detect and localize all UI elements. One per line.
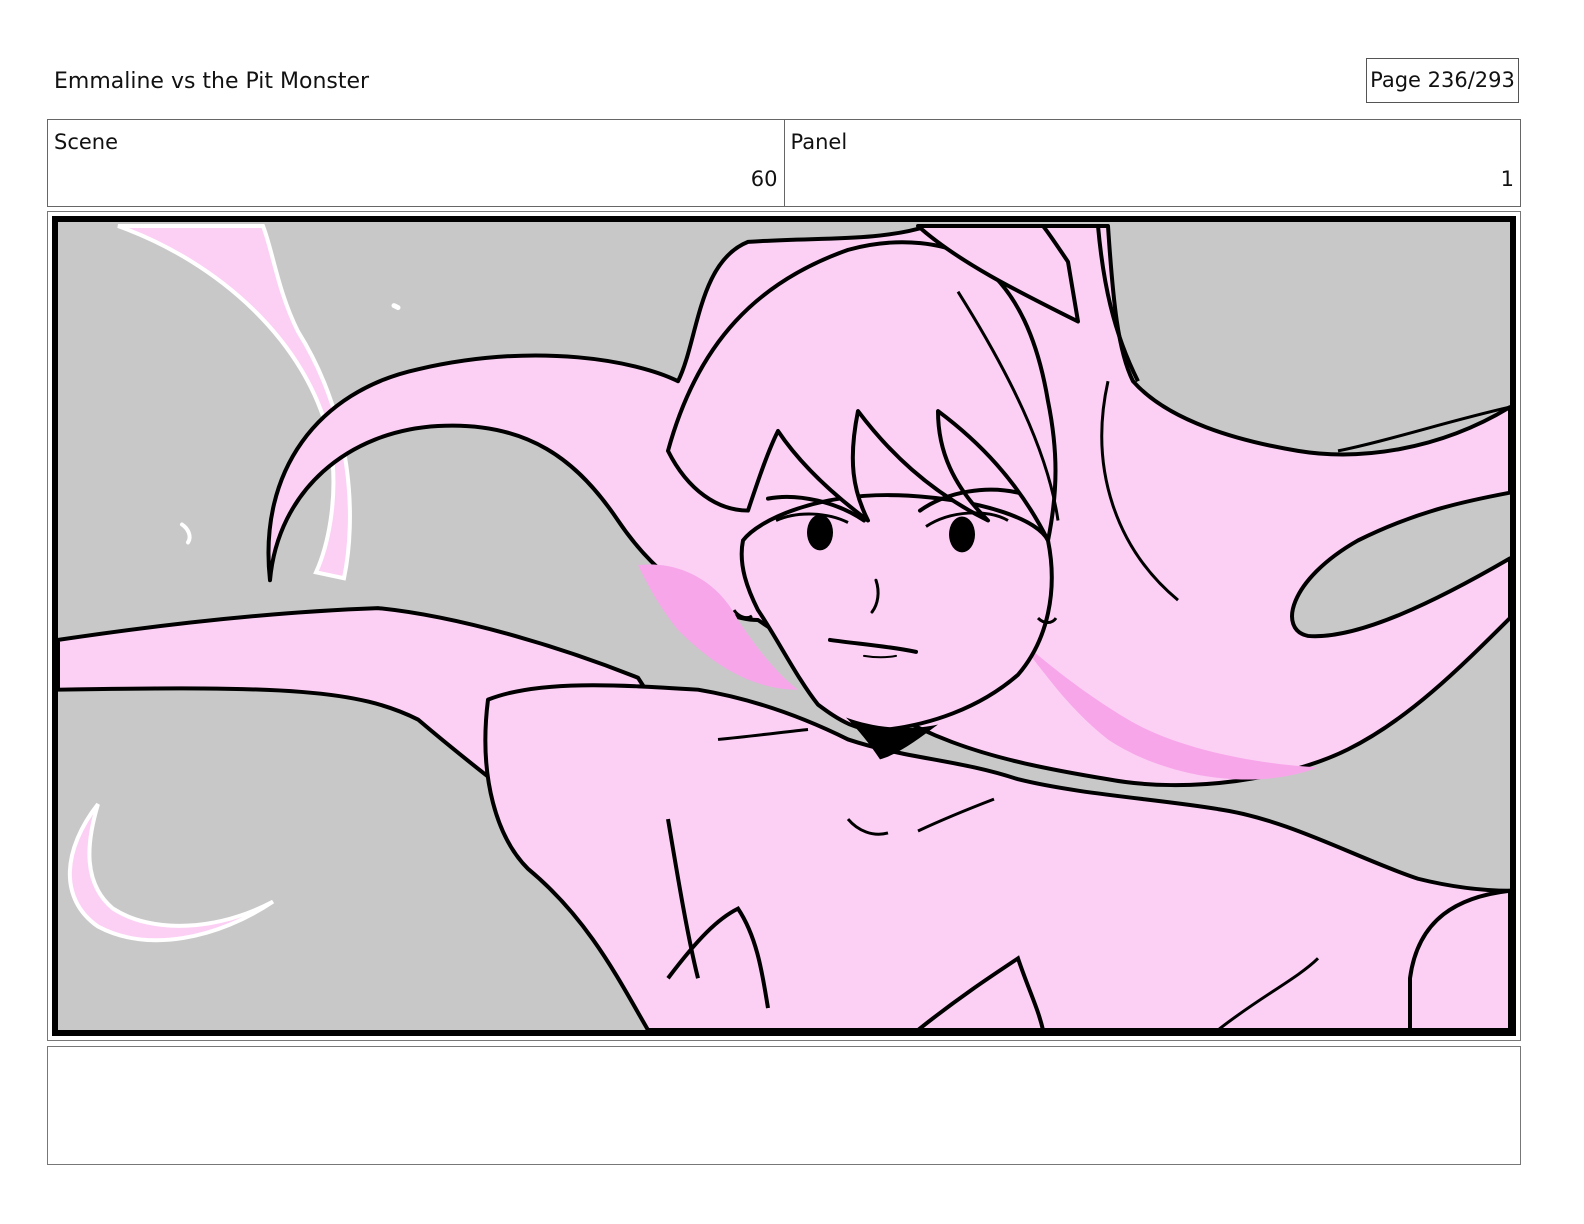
panel-artwork: [52, 216, 1516, 1036]
character-illustration: [58, 222, 1510, 1030]
storyboard-title: Emmaline vs the Pit Monster: [54, 69, 370, 94]
scene-number: 60: [750, 167, 778, 191]
page-indicator: Page 236/293: [1366, 58, 1519, 103]
storyboard-frame: [47, 211, 1521, 1041]
scene-cell: Scene 60: [48, 120, 784, 206]
scene-label: Scene: [54, 130, 119, 154]
panel-label: Panel: [790, 130, 848, 154]
panel-notes-box: [47, 1046, 1521, 1165]
panel-info-row: Scene 60 Panel 1: [47, 119, 1521, 207]
panel-number: 1: [1500, 167, 1514, 191]
panel-cell: Panel 1: [783, 120, 1521, 206]
